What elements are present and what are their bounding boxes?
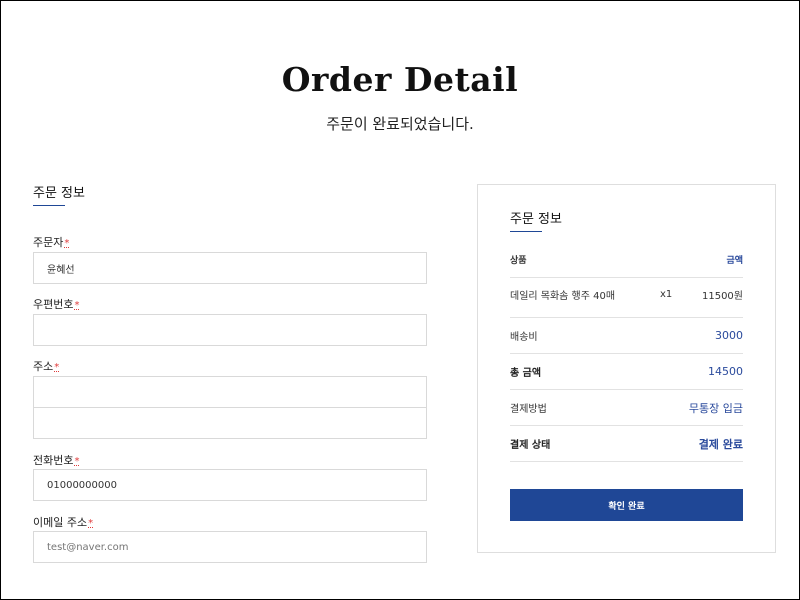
shipping-row: 배송비 3000 <box>510 318 743 354</box>
product-column-header: 상품 <box>510 256 527 266</box>
required-mark: * <box>88 518 94 529</box>
product-quantity: x1 <box>660 289 673 300</box>
postal-code-input[interactable] <box>33 314 427 346</box>
payment-status-label: 결제 상태 <box>510 440 551 451</box>
required-mark: * <box>74 300 80 311</box>
shipping-value: 3000 <box>715 329 743 342</box>
payment-status-row: 결제 상태 결제 완료 <box>510 426 743 462</box>
payment-method-value: 무통장 입금 <box>688 401 743 415</box>
email-input[interactable] <box>33 531 427 563</box>
product-name: 데일리 목화솜 행주 40매 <box>510 291 616 302</box>
required-mark: * <box>54 362 60 373</box>
required-mark: * <box>74 456 80 467</box>
form-section-underline <box>33 205 65 206</box>
page-title: Order Detail <box>281 60 519 99</box>
address-line2-input[interactable] <box>33 407 427 439</box>
page-subtitle: 주문이 완료되었습니다. <box>326 115 474 133</box>
product-row: 데일리 목화솜 행주 40매 x1 11500원 <box>510 272 743 318</box>
confirm-button[interactable]: 확인 완료 <box>510 489 743 521</box>
product-price: 11500원 <box>701 291 743 302</box>
summary-section-title: 주문 정보 <box>510 212 562 227</box>
form-section-title: 주문 정보 <box>33 186 85 201</box>
required-mark: * <box>64 238 70 249</box>
orderer-input[interactable] <box>33 252 427 284</box>
total-label: 총 금액 <box>510 368 542 379</box>
postal-code-label: 우편번호* <box>33 298 80 311</box>
total-value: 14500 <box>708 365 743 378</box>
total-row: 총 금액 14500 <box>510 354 743 390</box>
email-label: 이메일 주소* <box>33 516 94 529</box>
orderer-label: 주문자* <box>33 236 70 249</box>
amount-column-header: 금액 <box>726 256 743 266</box>
shipping-label: 배송비 <box>510 332 538 343</box>
payment-status-value: 결제 완료 <box>698 437 743 451</box>
phone-label: 전화번호* <box>33 454 80 467</box>
payment-method-row: 결제방법 무통장 입금 <box>510 390 743 426</box>
address-line1-input[interactable] <box>33 376 427 408</box>
address-label: 주소* <box>33 360 60 373</box>
payment-method-label: 결제방법 <box>510 404 547 415</box>
phone-input[interactable] <box>33 469 427 501</box>
summary-section-underline <box>510 231 542 232</box>
